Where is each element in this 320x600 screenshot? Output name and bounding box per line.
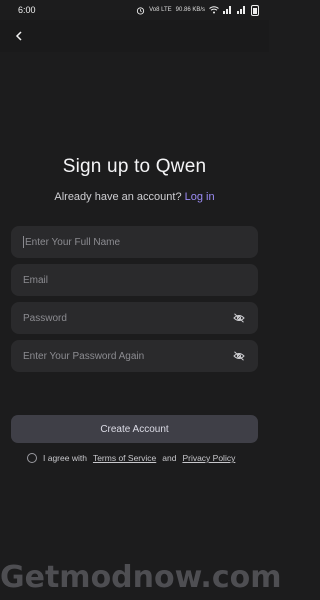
text-cursor bbox=[23, 236, 24, 248]
network-speed: 90.86 KB/s bbox=[175, 7, 205, 13]
status-time: 6:00 bbox=[18, 5, 36, 15]
network-label: Vo8 LTE bbox=[149, 7, 172, 13]
terms-link[interactable]: Terms of Service bbox=[93, 453, 156, 463]
wifi-icon bbox=[209, 6, 219, 14]
signal-icon-2 bbox=[237, 6, 247, 14]
watermark: Getmodnow.com bbox=[0, 560, 282, 595]
privacy-link[interactable]: Privacy Policy bbox=[182, 453, 235, 463]
password-placeholder: Password bbox=[23, 312, 67, 324]
eye-off-icon bbox=[233, 351, 245, 361]
status-icons: Vo8 LTE 90.86 KB/s bbox=[136, 4, 259, 16]
full-name-placeholder: Enter Your Full Name bbox=[25, 236, 121, 248]
login-prompt: Already have an account? Log in bbox=[0, 191, 269, 203]
create-account-button[interactable]: Create Account bbox=[11, 415, 258, 443]
password-again-input[interactable]: Enter Your Password Again bbox=[11, 340, 258, 372]
password-input[interactable]: Password bbox=[11, 302, 258, 334]
alarm-icon bbox=[136, 6, 145, 15]
page-title: Sign up to Qwen bbox=[62, 156, 207, 177]
eye-off-icon bbox=[233, 313, 245, 323]
terms-agreement: I agree with Terms of Service and Privac… bbox=[27, 451, 235, 465]
back-button[interactable] bbox=[10, 27, 28, 45]
battery-icon bbox=[251, 4, 259, 16]
toggle-password-again-visibility[interactable] bbox=[232, 349, 246, 363]
login-link[interactable]: Log in bbox=[185, 191, 215, 203]
email-placeholder: Email bbox=[23, 274, 49, 286]
signal-icon bbox=[223, 6, 233, 14]
full-name-input[interactable]: Enter Your Full Name bbox=[11, 226, 258, 258]
status-bar: 6:00 Vo8 LTE 90.86 KB/s bbox=[0, 0, 269, 20]
agree-radio[interactable] bbox=[27, 453, 37, 463]
login-prompt-text: Already have an account? bbox=[54, 191, 182, 203]
chevron-left-icon bbox=[15, 31, 22, 41]
agree-and: and bbox=[162, 453, 177, 463]
password-again-placeholder: Enter Your Password Again bbox=[23, 350, 145, 362]
app-bar bbox=[0, 20, 269, 52]
toggle-password-visibility[interactable] bbox=[232, 311, 246, 325]
agree-prefix: I agree with bbox=[43, 453, 87, 463]
email-input[interactable]: Email bbox=[11, 264, 258, 296]
